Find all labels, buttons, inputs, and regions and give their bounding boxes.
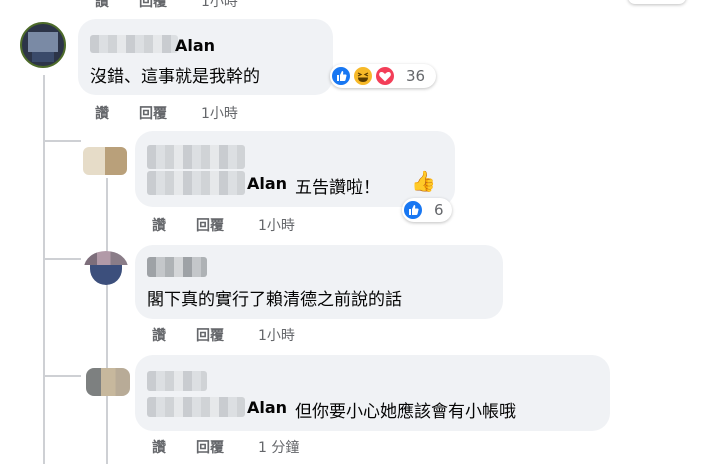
timestamp[interactable]: 1小時 (201, 103, 238, 123)
comment-bubble: Alan 五告讚啦！ 👍 (135, 131, 455, 207)
redacted-author-name (147, 397, 245, 417)
thread-line-branch (43, 258, 81, 260)
reaction-count: 6 (434, 201, 444, 219)
mention-name[interactable]: Alan (247, 398, 287, 417)
reply-button[interactable]: 回覆 (196, 325, 224, 345)
like-button[interactable]: 讚 (152, 325, 166, 345)
thread-line-main (43, 75, 45, 464)
timestamp[interactable]: 1 分鐘 (258, 437, 299, 457)
mention-name[interactable]: Alan (175, 36, 215, 55)
reply-button[interactable]: 回覆 (139, 0, 167, 11)
like-icon (330, 65, 352, 87)
comment-text: 沒錯、這事就是我幹的 (90, 67, 260, 87)
redacted-author-name (90, 35, 178, 53)
comment-text: 閣下真的實行了賴清德之前說的話 (147, 290, 402, 310)
comment-actions: 讚 回覆 1小時 (152, 215, 352, 235)
redacted-author-name (147, 371, 207, 391)
reaction-summary[interactable]: 36 (330, 64, 436, 88)
thread-line-branch (43, 140, 81, 142)
reply-button[interactable]: 回覆 (196, 437, 224, 457)
thumbs-up-emoji: 👍 (411, 169, 436, 193)
avatar[interactable] (84, 251, 128, 285)
comment-text: 但你要小心她應該會有小帳哦 (295, 402, 516, 422)
like-icon (402, 199, 424, 221)
avatar[interactable] (86, 368, 130, 396)
reaction-count: 36 (406, 67, 426, 85)
comment-bubble: 閣下真的實行了賴清德之前說的話 (135, 245, 503, 319)
comment-actions: 讚 回覆 1小時 (95, 103, 295, 123)
reply-button[interactable]: 回覆 (196, 215, 224, 235)
timestamp[interactable]: 1小時 (258, 215, 295, 235)
comment-bubble: Alan 但你要小心她應該會有小帳哦 (135, 355, 610, 431)
comment-actions: 讚 回覆 1 分鐘 (152, 437, 372, 457)
like-button[interactable]: 讚 (95, 0, 109, 11)
thread-line-sub (106, 178, 108, 464)
avatar[interactable] (83, 147, 127, 175)
thread-line-branch (43, 375, 81, 377)
comment-actions: 讚 回覆 1小時 (152, 325, 352, 345)
avatar[interactable] (20, 22, 66, 68)
mention-name[interactable]: Alan (247, 174, 287, 193)
like-button[interactable]: 讚 (152, 215, 166, 235)
timestamp: 1小時 (201, 0, 238, 10)
comment-bubble: Alan 沒錯、這事就是我幹的 (78, 19, 333, 95)
comment-text: 五告讚啦！ (295, 178, 380, 198)
timestamp[interactable]: 1小時 (258, 325, 295, 345)
redacted-author-name (147, 257, 207, 277)
reaction-summary[interactable]: 6 (402, 198, 452, 222)
like-button[interactable]: 讚 (95, 103, 109, 123)
top-reaction-fragment (628, 0, 686, 4)
haha-icon (352, 65, 374, 87)
redacted-author-name (147, 171, 245, 195)
redacted-author-name (147, 145, 245, 169)
like-button[interactable]: 讚 (152, 437, 166, 457)
reply-button[interactable]: 回覆 (139, 103, 167, 123)
love-icon (374, 65, 396, 87)
